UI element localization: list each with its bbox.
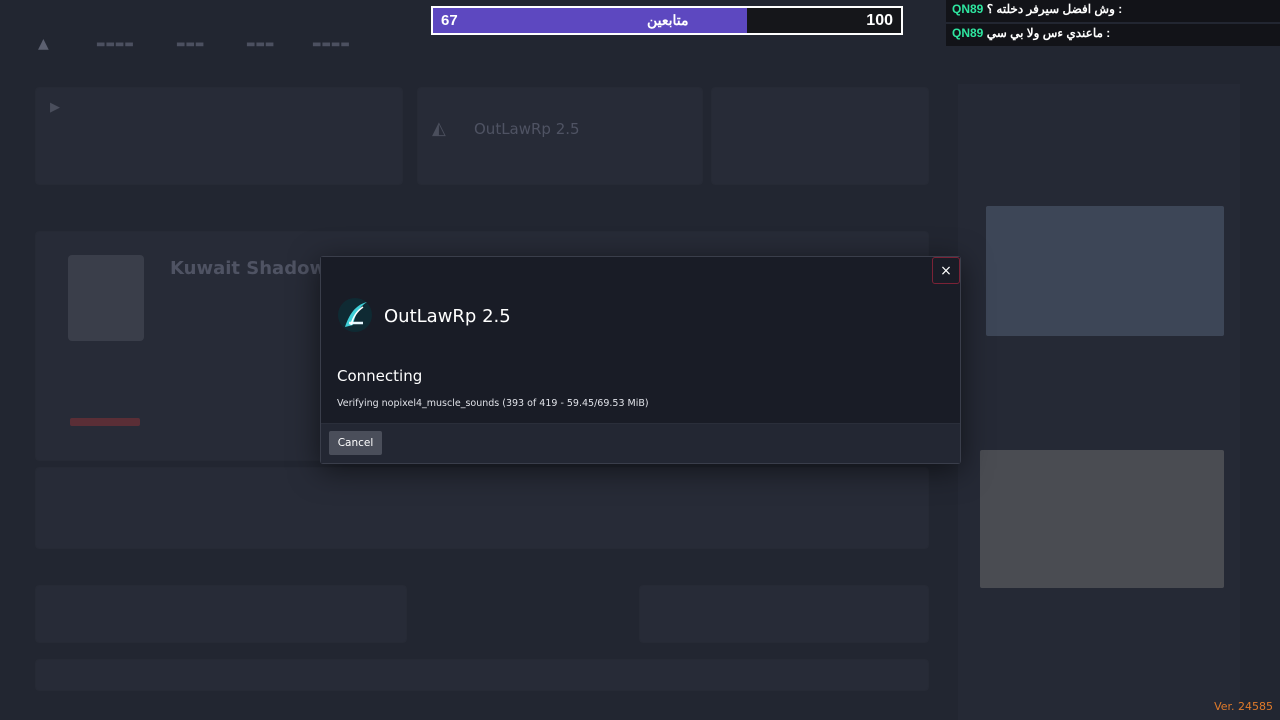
chat-username: QN89 [952, 2, 984, 16]
last-server-title: OutLawRp 2.5 [474, 120, 580, 138]
connect-bar [70, 418, 140, 426]
nav-item: ▬▬▬ [176, 39, 205, 50]
dialog-server-name: OutLawRp 2.5 [384, 306, 511, 327]
nav-item: ▬▬▬▬ [96, 39, 134, 50]
chat-message: QN89 ماعندي ءس ولا بي سي : [946, 24, 1280, 46]
last-server-card: ◭ OutLawRp 2.5 [418, 88, 702, 184]
footer-card [36, 660, 928, 690]
side-card [712, 88, 928, 184]
list-card [640, 586, 928, 642]
news-thumbnail [980, 450, 1224, 588]
chat-message: QN89 وش افضل سيرفر دخلته ؟ : [946, 0, 1280, 22]
chat-overlay: QN89 وش افضل سيرفر دخلته ؟ : QN89 ماعندي… [946, 0, 1280, 48]
goal-progress-fill [433, 8, 747, 33]
chat-username: QN89 [952, 26, 984, 40]
play-icon: ▶ [50, 100, 60, 115]
app-logo-icon: ▲ [38, 36, 49, 52]
close-icon[interactable]: × [932, 257, 960, 284]
featured-server-avatar [68, 255, 144, 341]
connecting-dialog: × OutLawRp 2.5 Connecting Verifying nopi… [320, 256, 961, 464]
connection-status: Connecting [337, 367, 423, 385]
goal-label: متابعين [647, 12, 689, 28]
dialog-body: × OutLawRp 2.5 Connecting Verifying nopi… [321, 257, 960, 425]
verification-detail: Verifying nopixel4_muscle_sounds (393 of… [337, 398, 649, 409]
list-card [36, 586, 406, 642]
server-logo-icon [338, 298, 372, 332]
server-logo-icon: ◭ [432, 118, 446, 139]
goal-current-count: 67 [441, 12, 458, 29]
featured-server-title: Kuwait Shadow [170, 258, 327, 279]
follower-goal-bar: 67 متابعين 100 [431, 6, 903, 35]
chat-text: وش افضل سيرفر دخلته ؟ : [986, 2, 1123, 16]
play-card: ▶ [36, 88, 402, 184]
nav-item: ▬▬▬ [246, 39, 275, 50]
dialog-footer: Cancel [321, 423, 960, 463]
chat-text: ماعندي ءس ولا بي سي : [986, 26, 1111, 40]
nav-item: ▬▬▬▬ [312, 39, 350, 50]
news-thumbnail [986, 206, 1224, 336]
news-column [958, 84, 1240, 720]
servers-card [36, 468, 928, 548]
goal-target-count: 100 [866, 12, 893, 29]
cancel-button[interactable]: Cancel [329, 431, 382, 455]
version-label: Ver. 24585 [1214, 700, 1273, 713]
